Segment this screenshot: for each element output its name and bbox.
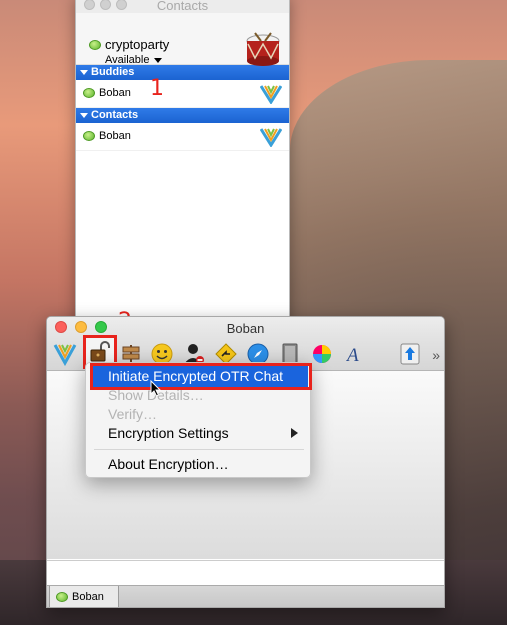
contact-name: Boban xyxy=(99,87,131,99)
chat-titlebar: Boban xyxy=(47,317,444,337)
status-available-icon xyxy=(83,88,95,98)
tab-boban[interactable]: Boban xyxy=(49,586,119,607)
svg-text:A: A xyxy=(345,345,359,366)
status-selector[interactable]: Available xyxy=(105,54,163,66)
status-label: Available xyxy=(105,54,150,66)
toolbar-overflow-icon[interactable]: » xyxy=(432,347,440,363)
service-logo-icon xyxy=(260,128,282,147)
chevron-down-icon xyxy=(154,57,163,63)
account-name[interactable]: cryptoparty xyxy=(105,37,169,52)
group-header-label: Buddies xyxy=(91,66,135,78)
menu-separator xyxy=(94,449,304,450)
service-logo-icon[interactable] xyxy=(53,342,77,366)
menu-item-about-encryption[interactable]: About Encryption… xyxy=(108,456,229,472)
contacts-title: Contacts xyxy=(156,0,209,13)
font-icon[interactable]: A xyxy=(342,342,366,366)
unlocked-padlock-icon[interactable] xyxy=(89,341,111,363)
mouse-cursor-icon xyxy=(150,380,162,397)
contact-row[interactable]: Boban xyxy=(76,80,289,108)
annotation-highlight-box xyxy=(90,363,312,390)
contact-name: Boban xyxy=(99,130,131,142)
disclosure-triangle-icon xyxy=(80,69,88,75)
group-header-contacts[interactable]: Contacts xyxy=(76,108,289,123)
menu-item-encryption-settings[interactable]: Encryption Settings xyxy=(108,425,229,441)
service-logo-icon xyxy=(260,85,282,104)
color-wheel-icon[interactable] xyxy=(310,342,334,366)
tab-bar: Boban xyxy=(47,585,444,607)
message-input[interactable] xyxy=(47,560,444,584)
status-available-icon xyxy=(89,40,101,50)
chat-title: Boban xyxy=(226,321,265,336)
submenu-arrow-icon xyxy=(291,428,298,438)
disclosure-triangle-icon xyxy=(80,112,88,118)
drum-avatar-icon[interactable] xyxy=(245,32,281,68)
send-file-icon[interactable] xyxy=(398,342,422,366)
status-available-icon xyxy=(56,592,68,602)
status-available-icon xyxy=(83,131,95,141)
contact-row[interactable]: Boban xyxy=(76,123,289,151)
account-panel: cryptoparty Available xyxy=(76,13,289,68)
group-header-label: Contacts xyxy=(91,109,139,121)
contacts-titlebar: Contacts xyxy=(76,0,289,13)
contacts-window: Contacts cryptoparty Available Buddies B… xyxy=(75,0,290,324)
tab-label: Boban xyxy=(72,591,104,603)
annotation-step-1: 1 xyxy=(150,76,164,101)
menu-item-verify[interactable]: Verify… xyxy=(108,406,157,422)
